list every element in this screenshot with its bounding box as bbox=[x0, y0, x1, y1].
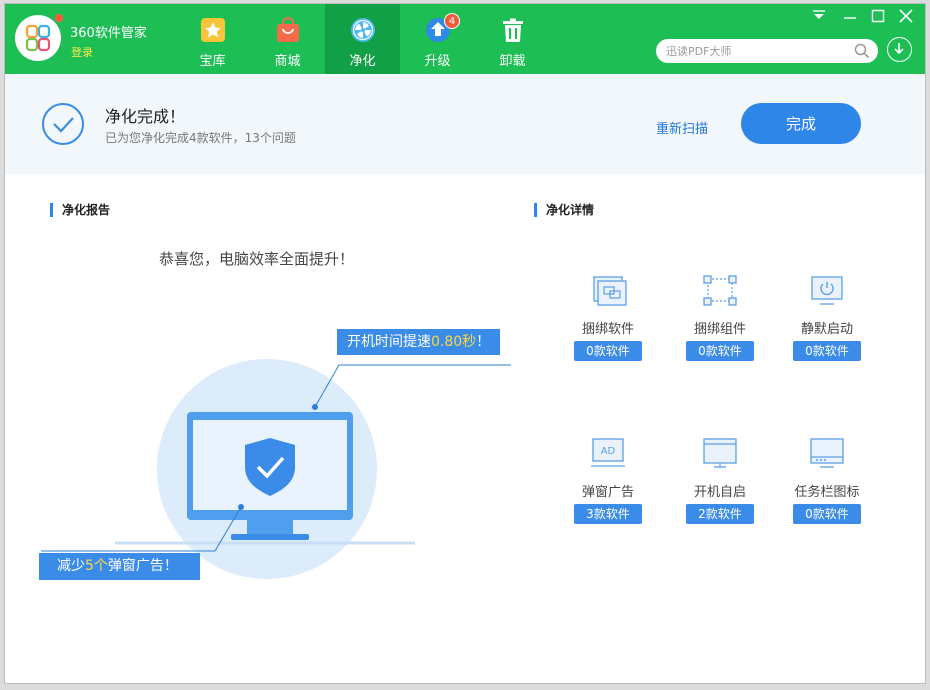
tab-upgrade[interactable]: 4 升级 bbox=[400, 4, 475, 74]
check-circle-icon bbox=[42, 103, 84, 145]
bundled-component-icon bbox=[703, 275, 737, 306]
details-section-title: 净化详情 bbox=[534, 203, 594, 217]
detail-bundled-software[interactable]: 捆绑软件 0款软件 bbox=[563, 274, 653, 374]
tab-clean[interactable]: 净化 bbox=[325, 4, 400, 74]
detail-silent-start[interactable]: 静默启动 0款软件 bbox=[782, 274, 872, 374]
detail-count-badge: 3款软件 bbox=[574, 504, 642, 524]
detail-count-badge: 0款软件 bbox=[793, 341, 861, 361]
autostart-icon bbox=[703, 438, 737, 468]
detail-taskbar-icon[interactable]: 任务栏图标 0款软件 bbox=[782, 437, 872, 537]
upgrade-count-badge: 4 bbox=[444, 13, 460, 29]
top-bar: 360软件管家 登录 宝库 商城 净化 4 升级 卸载 迅读PDF大师 bbox=[5, 4, 925, 74]
congrats-text: 恭喜您，电脑效率全面提升！ bbox=[159, 250, 355, 268]
boot-speed-suffix: ！ bbox=[476, 334, 491, 350]
boot-speed-label: 开机时间提速 bbox=[347, 334, 431, 350]
tab-uninstall[interactable]: 卸载 bbox=[475, 4, 550, 74]
trash-icon bbox=[503, 18, 523, 42]
popup-reduction-value: 5个 bbox=[85, 558, 108, 574]
popup-ad-icon: AD bbox=[591, 438, 625, 467]
detail-bundled-component[interactable]: 捆绑组件 0款软件 bbox=[675, 274, 765, 374]
tab-label: 净化 bbox=[349, 54, 376, 69]
svg-text:AD: AD bbox=[601, 446, 616, 457]
detail-name: 开机自启 bbox=[693, 485, 746, 500]
detail-name: 捆绑组件 bbox=[693, 322, 746, 337]
menu-dropdown-icon[interactable] bbox=[810, 8, 828, 24]
detail-name: 静默启动 bbox=[800, 322, 853, 337]
search-input[interactable] bbox=[656, 39, 878, 63]
download-icon bbox=[894, 43, 904, 55]
bundled-software-icon bbox=[593, 276, 627, 306]
rescan-link[interactable]: 重新扫描 bbox=[656, 118, 708, 137]
clean-fan-icon bbox=[351, 18, 375, 42]
result-title: 净化完成！ bbox=[105, 107, 186, 126]
result-banner: 净化完成！ 已为您净化完成4款软件，13个问题 重新扫描 完成 bbox=[5, 74, 925, 174]
popup-reduction-label: 减少 bbox=[57, 558, 85, 574]
detail-name: 任务栏图标 bbox=[794, 485, 860, 500]
detail-count-badge: 0款软件 bbox=[686, 341, 754, 361]
tab-store[interactable]: 商城 bbox=[250, 4, 325, 74]
popup-reduction-suffix: 弹窗广告！ bbox=[107, 558, 178, 574]
boot-speed-value: 0.80秒 bbox=[431, 334, 477, 350]
report-section-title: 净化报告 bbox=[50, 203, 110, 217]
close-icon[interactable] bbox=[897, 8, 915, 24]
computer-shield-illustration bbox=[41, 359, 511, 579]
detail-count-badge: 2款软件 bbox=[686, 504, 754, 524]
taskbar-icon bbox=[810, 438, 844, 468]
shopping-bag-icon bbox=[277, 17, 299, 42]
popup-reduction-callout: 减少5个弹窗广告！ bbox=[39, 553, 200, 580]
detail-popup-ad[interactable]: AD 弹窗广告 3款软件 bbox=[563, 437, 653, 537]
tab-label: 宝库 bbox=[199, 54, 226, 69]
tab-label: 升级 bbox=[424, 54, 451, 69]
detail-name: 弹窗广告 bbox=[581, 485, 634, 500]
app-brand: 360软件管家 bbox=[70, 26, 147, 41]
notification-dot bbox=[55, 14, 63, 22]
main-window: 360软件管家 登录 宝库 商城 净化 4 升级 卸载 迅读PDF大师 净化完成… bbox=[4, 3, 926, 684]
tab-label: 卸载 bbox=[499, 54, 526, 69]
result-subtitle: 已为您净化完成4款软件，13个问题 bbox=[105, 131, 296, 145]
detail-autostart[interactable]: 开机自启 2款软件 bbox=[675, 437, 765, 537]
minimize-icon[interactable] bbox=[841, 8, 859, 24]
login-link[interactable]: 登录 bbox=[71, 44, 93, 60]
search-icon[interactable] bbox=[854, 43, 870, 59]
app-logo[interactable] bbox=[15, 14, 63, 61]
finish-button[interactable]: 完成 bbox=[741, 103, 861, 144]
download-manager-button[interactable] bbox=[887, 37, 912, 62]
tab-baoku[interactable]: 宝库 bbox=[175, 4, 250, 74]
detail-count-badge: 0款软件 bbox=[793, 504, 861, 524]
maximize-icon[interactable] bbox=[869, 8, 887, 24]
silent-start-icon bbox=[811, 276, 843, 305]
tab-label: 商城 bbox=[274, 54, 301, 69]
detail-name: 捆绑软件 bbox=[581, 322, 634, 337]
detail-count-badge: 0款软件 bbox=[574, 341, 642, 361]
boot-speed-callout: 开机时间提速0.80秒！ bbox=[337, 329, 501, 355]
star-icon bbox=[201, 18, 225, 42]
